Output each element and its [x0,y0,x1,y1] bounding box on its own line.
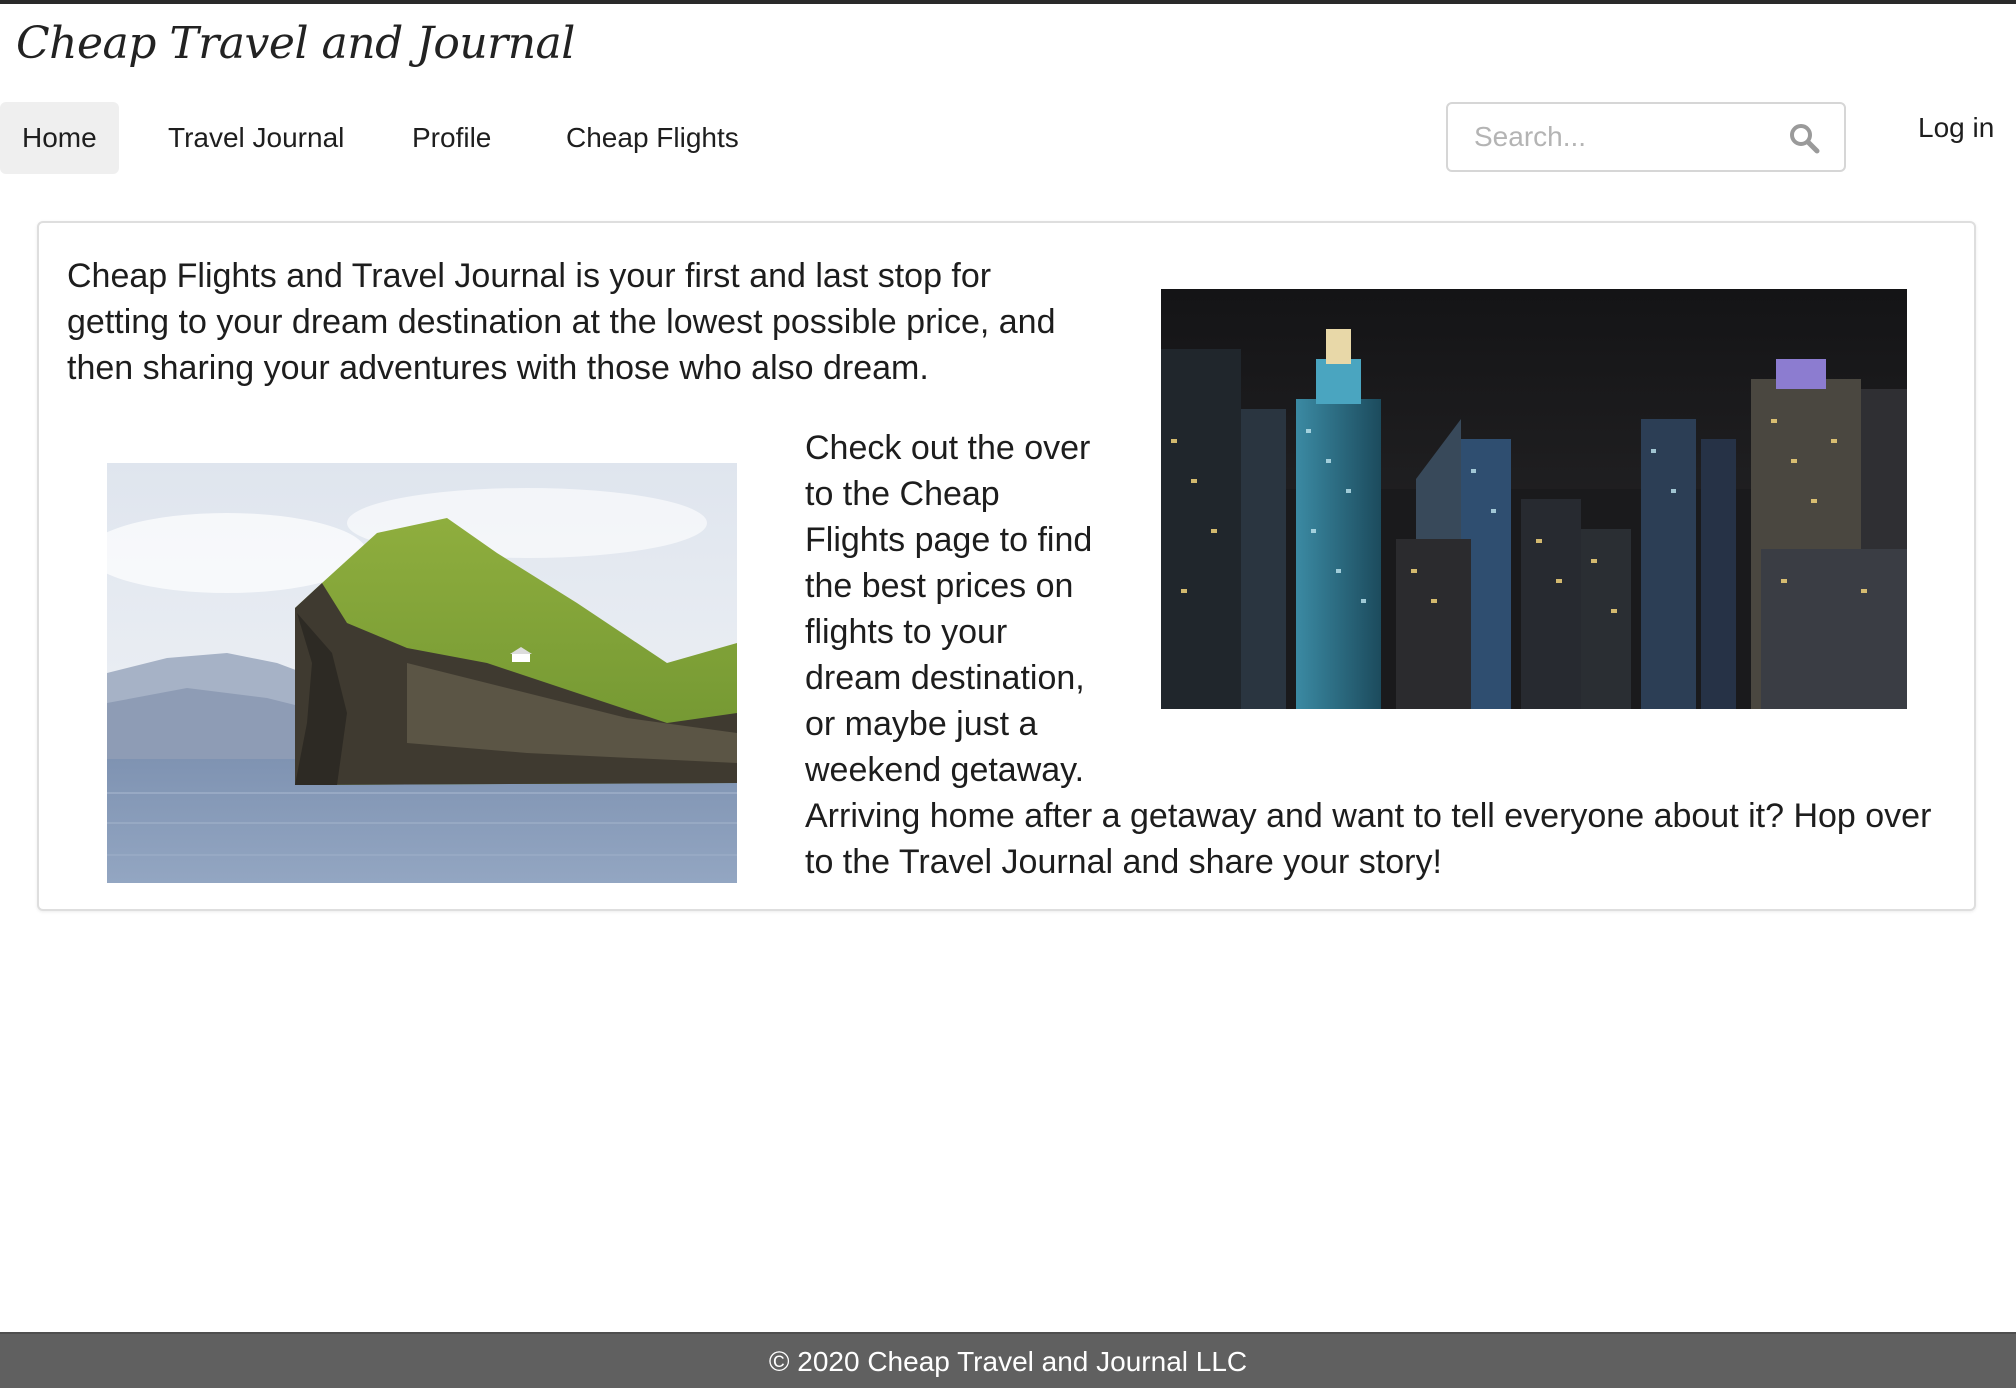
nav-home[interactable]: Home [0,102,119,174]
cheap-flights-promo-text: Check out the over to the Cheap Flights … [805,429,1093,789]
footer: © 2020 Cheap Travel and Journal LLC [0,1332,2016,1388]
content-card: Cheap Flights and Travel Journal is your… [37,221,1976,911]
search-box [1446,102,1846,172]
site-title[interactable]: Cheap Travel and Journal [16,18,575,69]
nav-profile[interactable]: Profile [390,102,513,174]
nav-travel-journal[interactable]: Travel Journal [146,102,366,174]
search-input[interactable] [1448,104,1768,170]
nav-cheap-flights[interactable]: Cheap Flights [544,102,761,174]
intro-text: Cheap Flights and Travel Journal is your… [67,257,1056,387]
footer-copyright: © 2020 Cheap Travel and Journal LLC [768,1346,1248,1377]
city-night-photo [1161,289,1907,709]
page: Cheap Travel and Journal Home Travel Jou… [0,0,2016,1388]
login-link[interactable]: Log in [1918,112,1994,144]
island-photo [107,463,737,883]
search-icon[interactable] [1788,122,1820,154]
travel-journal-promo-text: Arriving home after a getaway and want t… [805,797,1932,881]
